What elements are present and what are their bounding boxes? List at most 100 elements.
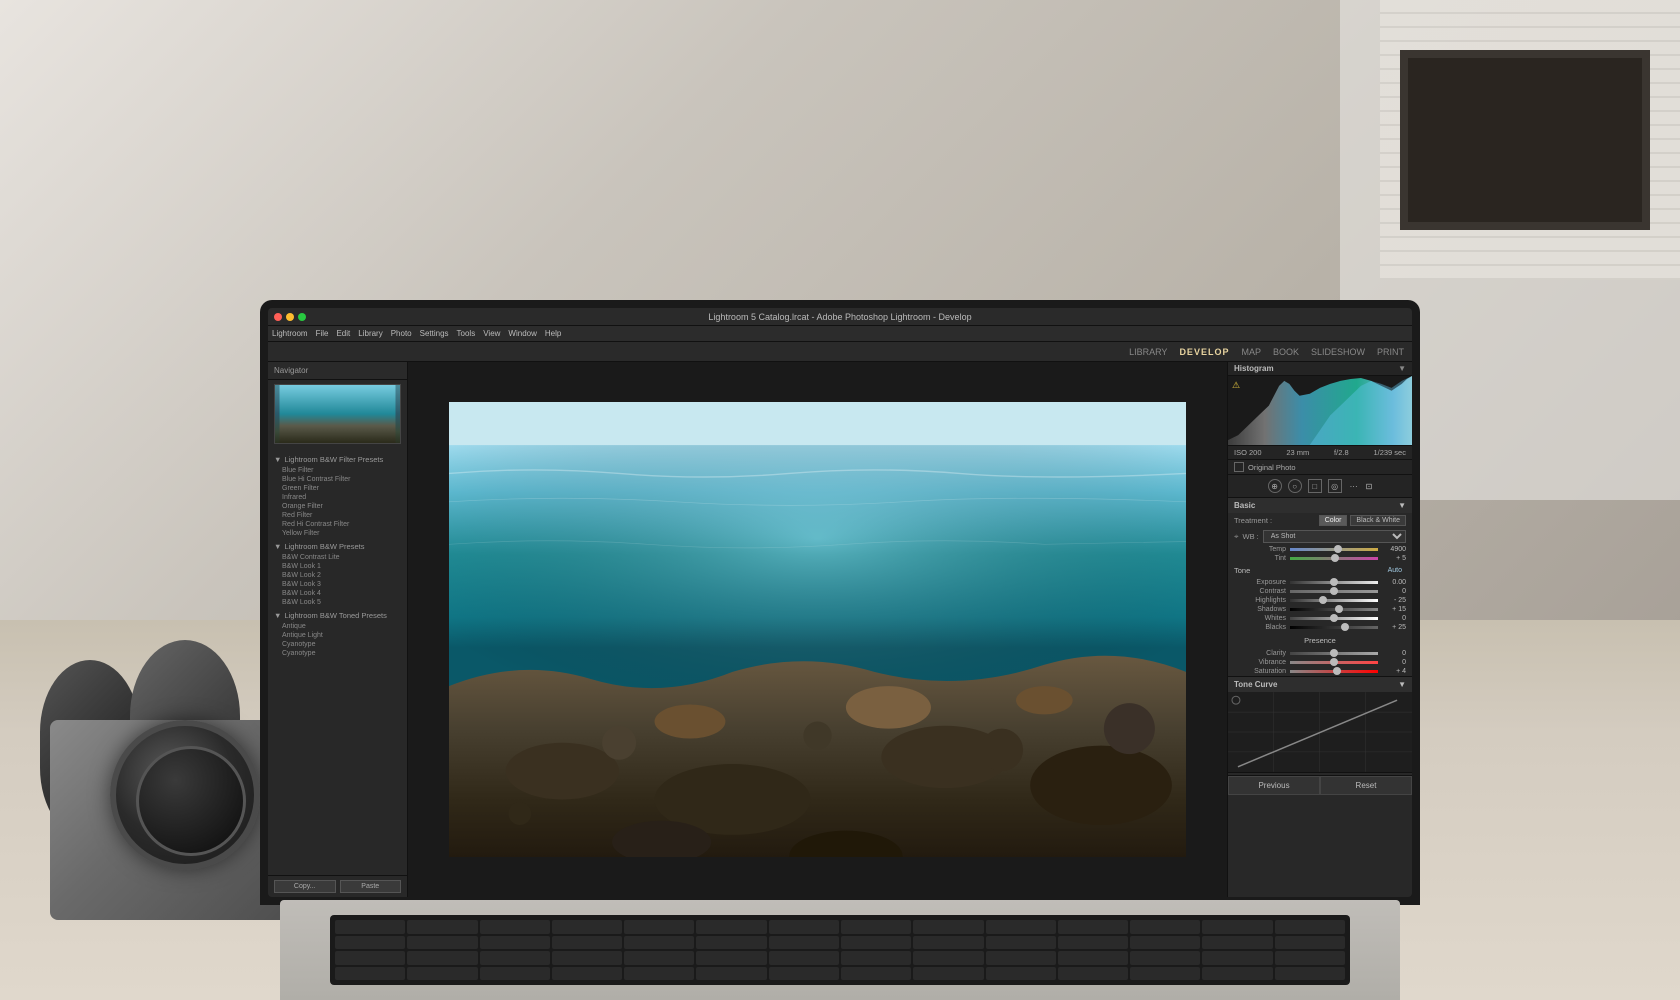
reset-button[interactable]: Reset [1320,776,1412,795]
preset-cyanotype[interactable]: Cyanotype [274,640,401,649]
shadows-slider[interactable] [1290,608,1378,611]
zoom-fill[interactable]: ⊡ [1366,482,1373,491]
preset-bw-look5[interactable]: B&W Look 5 [274,598,401,607]
preset-yellow-filter[interactable]: Yellow Filter [274,529,401,538]
preset-blue-hi-contrast[interactable]: Blue Hi Contrast Filter [274,475,401,484]
whites-slider[interactable] [1290,617,1378,620]
key[interactable] [841,951,911,965]
key[interactable] [913,936,983,950]
key[interactable] [1202,936,1272,950]
key[interactable] [986,951,1056,965]
preset-cyanotype2[interactable]: Cyanotype [274,649,401,658]
key[interactable] [480,967,550,981]
key[interactable] [696,936,766,950]
key[interactable] [1202,951,1272,965]
key[interactable] [1202,920,1272,934]
preset-infrared[interactable]: Infrared [274,493,401,502]
key[interactable] [1058,951,1128,965]
key[interactable] [335,951,405,965]
preset-antique[interactable]: Antique [274,622,401,631]
preset-green-filter[interactable]: Green Filter [274,484,401,493]
blacks-slider[interactable] [1290,626,1378,629]
key[interactable] [335,936,405,950]
temp-slider[interactable] [1290,548,1378,551]
module-book[interactable]: BOOK [1273,347,1299,357]
menu-library[interactable]: Library [358,329,382,338]
graduated-filter-tool[interactable]: ◎ [1328,479,1342,493]
menu-tools[interactable]: Tools [457,329,476,338]
preset-bw-look4[interactable]: B&W Look 4 [274,589,401,598]
menu-lightroom[interactable]: Lightroom [272,329,308,338]
menu-view[interactable]: View [483,329,500,338]
module-develop[interactable]: DEVELOP [1179,347,1229,357]
preset-blue-filter[interactable]: Blue Filter [274,466,401,475]
key[interactable] [480,936,550,950]
menu-settings[interactable]: Settings [420,329,449,338]
contrast-slider[interactable] [1290,590,1378,593]
vibrance-slider[interactable] [1290,661,1378,664]
key[interactable] [624,967,694,981]
preset-red-filter[interactable]: Red Filter [274,511,401,520]
preset-orange-filter[interactable]: Orange Filter [274,502,401,511]
key[interactable] [986,967,1056,981]
paste-button[interactable]: Paste [340,880,402,893]
key[interactable] [841,920,911,934]
key[interactable] [769,920,839,934]
wb-dropdown[interactable]: As Shot Auto Daylight Cloudy Shade [1263,530,1406,543]
key[interactable] [1130,920,1200,934]
tone-auto-button[interactable]: Auto [1388,567,1402,574]
module-slideshow[interactable]: SLIDESHOW [1311,347,1365,357]
key[interactable] [1202,967,1272,981]
preset-bw-look2[interactable]: B&W Look 2 [274,571,401,580]
key[interactable] [1058,920,1128,934]
preset-antique-light[interactable]: Antique Light [274,631,401,640]
copy-button[interactable]: Copy... [274,880,336,893]
preset-group-title-bwtoned[interactable]: ▼ Lightroom B&W Toned Presets [274,611,401,620]
preset-group-title-bwfilter[interactable]: ▼ Lightroom B&W Filter Presets [274,455,401,464]
highlights-slider[interactable] [1290,599,1378,602]
key[interactable] [696,920,766,934]
key[interactable] [1130,951,1200,965]
key[interactable] [841,936,911,950]
key[interactable] [986,920,1056,934]
key[interactable] [1130,936,1200,950]
zoom-fit[interactable]: ··· [1350,482,1358,491]
module-print[interactable]: PRINT [1377,347,1404,357]
close-button[interactable] [274,313,282,321]
key[interactable] [335,920,405,934]
menu-photo[interactable]: Photo [391,329,412,338]
key[interactable] [913,967,983,981]
key[interactable] [696,951,766,965]
key[interactable] [407,967,477,981]
maximize-button[interactable] [298,313,306,321]
key[interactable] [1058,936,1128,950]
key[interactable] [552,951,622,965]
clarity-slider[interactable] [1290,652,1378,655]
key[interactable] [769,967,839,981]
key[interactable] [1275,967,1345,981]
key[interactable] [407,951,477,965]
previous-button[interactable]: Previous [1228,776,1320,795]
menu-file[interactable]: File [316,329,329,338]
preset-red-hi-contrast[interactable]: Red Hi Contrast Filter [274,520,401,529]
key[interactable] [769,951,839,965]
saturation-slider[interactable] [1290,670,1378,673]
key[interactable] [480,920,550,934]
key[interactable] [552,920,622,934]
red-eye-tool[interactable]: □ [1308,479,1322,493]
menu-edit[interactable]: Edit [336,329,350,338]
key[interactable] [913,920,983,934]
module-library[interactable]: LIBRARY [1129,347,1167,357]
key[interactable] [624,936,694,950]
spot-removal-tool[interactable]: ○ [1288,479,1302,493]
tint-slider[interactable] [1290,557,1378,560]
preset-bw-look3[interactable]: B&W Look 3 [274,580,401,589]
key[interactable] [1275,920,1345,934]
key[interactable] [552,936,622,950]
key[interactable] [1058,967,1128,981]
key[interactable] [624,951,694,965]
key[interactable] [696,967,766,981]
key[interactable] [841,967,911,981]
key[interactable] [480,951,550,965]
key[interactable] [624,920,694,934]
